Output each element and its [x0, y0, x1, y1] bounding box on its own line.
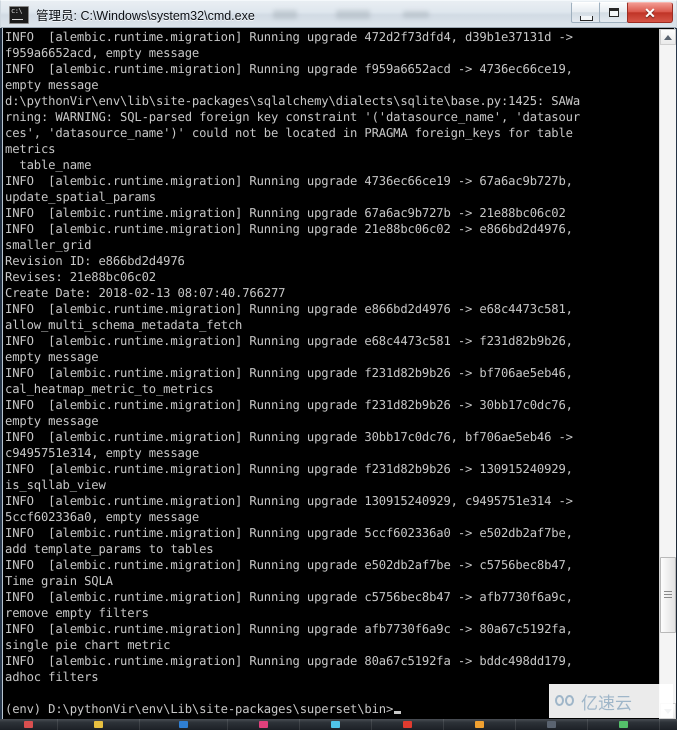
windows-taskbar[interactable]: [0, 719, 677, 730]
close-icon: ✕: [644, 4, 656, 21]
taskbar-item-1[interactable]: [0, 719, 58, 730]
scroll-up-button[interactable]: [660, 29, 676, 45]
console-line: Create Date: 2018-02-13 08:07:40.766277: [5, 286, 286, 300]
titlebar-artifact-2: [336, 10, 370, 19]
console-line: table_name: [5, 158, 92, 172]
console-line: INFO [alembic.runtime.migration] Running…: [5, 398, 573, 412]
console-line: is_sqllab_view: [5, 478, 106, 492]
taskbar-item-10[interactable]: [660, 719, 677, 730]
taskbar-item-8[interactable]: [516, 719, 588, 730]
close-button[interactable]: ✕: [627, 2, 673, 23]
console-line: INFO [alembic.runtime.migration] Running…: [5, 622, 573, 636]
taskbar-item-icon: [94, 721, 103, 728]
console-line: INFO [alembic.runtime.migration] Running…: [5, 62, 573, 76]
taskbar-item-7[interactable]: [444, 719, 516, 730]
console-line: INFO [alembic.runtime.migration] Running…: [5, 366, 573, 380]
console-line: INFO [alembic.runtime.migration] Running…: [5, 526, 573, 540]
taskbar-item-5[interactable]: [300, 719, 372, 730]
cloud-logo-icon: [555, 691, 577, 711]
taskbar-item-icon: [24, 721, 33, 728]
console-line: INFO [alembic.runtime.migration] Running…: [5, 462, 573, 476]
console-line: empty message: [5, 350, 99, 364]
taskbar-item-6[interactable]: [372, 719, 444, 730]
maximize-icon: [608, 8, 619, 17]
console-line: c9495751e314, empty message: [5, 446, 200, 460]
console-line: remove empty filters: [5, 606, 149, 620]
console-line: INFO [alembic.runtime.migration] Running…: [5, 494, 573, 508]
console-line: INFO [alembic.runtime.migration] Running…: [5, 174, 573, 188]
window-title: 管理员: C:\Windows\system32\cmd.exe: [36, 9, 255, 23]
console-line: ces', 'datasource_name')' could not be l…: [5, 126, 573, 140]
taskbar-item-4[interactable]: [228, 719, 300, 730]
taskbar-item-icon: [619, 721, 628, 728]
console-line: INFO [alembic.runtime.migration] Running…: [5, 302, 573, 316]
taskbar-item-icon: [259, 721, 268, 728]
watermark-text: 亿速云: [581, 693, 632, 713]
console-line: rning: WARNING: SQL-parsed foreign key c…: [5, 110, 580, 124]
taskbar-item-icon: [331, 721, 340, 728]
console-line: allow_multi_schema_metadata_fetch: [5, 318, 243, 332]
console-line: adhoc filters: [5, 670, 99, 684]
console-line: INFO [alembic.runtime.migration] Running…: [5, 590, 573, 604]
console-line: Time grain SQLA: [5, 574, 113, 588]
console-line: INFO [alembic.runtime.migration] Running…: [5, 654, 573, 668]
console-line: update_spatial_params: [5, 190, 156, 204]
console-text-output: INFO [alembic.runtime.migration] Running…: [3, 29, 656, 719]
titlebar-artifact-3: [403, 11, 429, 18]
console-line: f959a6652acd, empty message: [5, 46, 200, 60]
console-line: INFO [alembic.runtime.migration] Running…: [5, 30, 573, 44]
taskbar-item-3[interactable]: [140, 719, 228, 730]
console-line: add template_params to tables: [5, 542, 214, 556]
console-line: empty message: [5, 414, 99, 428]
taskbar-item-icon: [179, 721, 188, 728]
console-line: empty message: [5, 78, 99, 92]
taskbar-item-icon: [475, 721, 484, 728]
desktop-background: 管理员: C:\Windows\system32\cmd.exe ✕ INFO …: [0, 0, 677, 730]
console-line: INFO [alembic.runtime.migration] Running…: [5, 206, 566, 220]
console-line: smaller_grid: [5, 238, 92, 252]
console-icon: [9, 5, 29, 24]
console-line: d:\pythonVir\env\lib\site-packages\sqlal…: [5, 94, 580, 108]
console-line: Revision ID: e866bd2d4976: [5, 254, 185, 268]
console-line: 5ccf602336a0, empty message: [5, 510, 200, 524]
console-line: INFO [alembic.runtime.migration] Running…: [5, 222, 573, 236]
taskbar-item-9[interactable]: [588, 719, 660, 730]
minimize-icon: [579, 16, 593, 21]
window-controls: ✕: [571, 2, 673, 23]
console-line: cal_heatmap_metric_to_metrics: [5, 382, 214, 396]
console-line: single pie chart metric: [5, 638, 171, 652]
console-line: INFO [alembic.runtime.migration] Running…: [5, 334, 573, 348]
console-line: Revises: 21e88bc06c02: [5, 270, 156, 284]
cmd-window: 管理员: C:\Windows\system32\cmd.exe ✕ INFO …: [0, 0, 677, 722]
console-cursor: [394, 711, 402, 714]
taskbar-item-icon: [403, 721, 412, 728]
taskbar-item-2[interactable]: [58, 719, 140, 730]
console-line: INFO [alembic.runtime.migration] Running…: [5, 430, 573, 444]
minimize-button[interactable]: [571, 2, 600, 23]
console-scrollbar[interactable]: [659, 29, 676, 719]
watermark: 亿速云: [549, 684, 673, 718]
scrollbar-thumb[interactable]: [660, 557, 676, 634]
window-titlebar[interactable]: 管理员: C:\Windows\system32\cmd.exe ✕: [0, 0, 677, 28]
scroll-up-arrow-icon: [664, 34, 672, 40]
maximize-button[interactable]: [599, 2, 628, 23]
console-client-area[interactable]: INFO [alembic.runtime.migration] Running…: [2, 28, 675, 720]
taskbar-item-icon: [547, 721, 556, 728]
console-line: INFO [alembic.runtime.migration] Running…: [5, 558, 573, 572]
console-line: metrics: [5, 142, 56, 156]
titlebar-artifact-1: [273, 10, 297, 19]
scrollbar-grip-icon: [664, 591, 672, 599]
